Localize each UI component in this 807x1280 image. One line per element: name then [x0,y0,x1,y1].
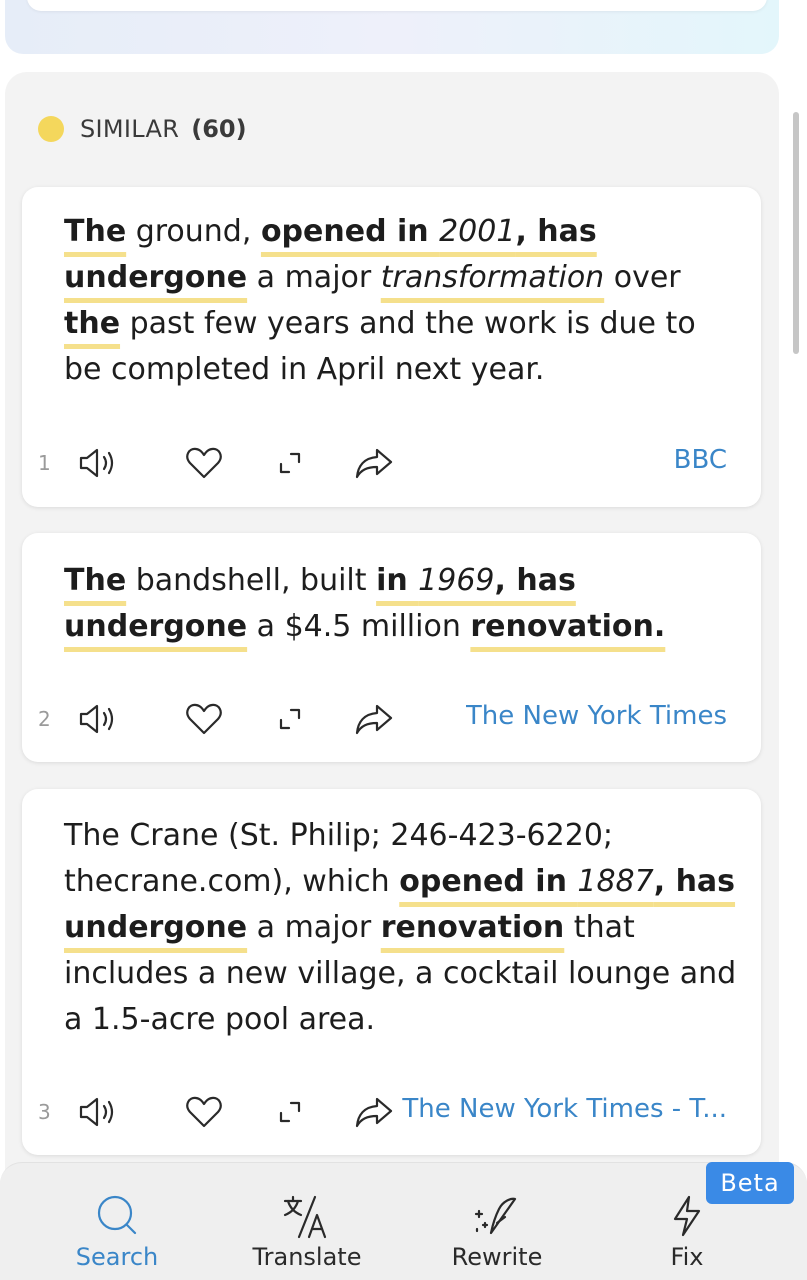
matched-phrase: in [376,563,419,598]
share-icon[interactable] [352,1090,396,1134]
section-label: SIMILAR [80,115,180,143]
matched-phrase: , has [494,563,576,598]
sentence-text: past few years and the work is due to be… [64,306,696,387]
speaker-icon[interactable] [76,441,120,485]
sentence-text: a $4.5 million [247,609,471,644]
source-link[interactable]: BBC [674,445,727,475]
section-count: (60) [191,115,247,143]
result-sentence: The ground, opened in 2001, has undergon… [64,209,737,393]
card-actions: 3 The New York Times - T... [22,1090,761,1134]
expand-icon[interactable] [268,1090,312,1134]
card-actions: 2 The New York Times [22,697,761,741]
matched-phrase: undergone [64,260,248,295]
nav-fix-label: Fix [670,1243,704,1271]
source-link[interactable]: The New York Times - T... [402,1094,727,1124]
share-icon[interactable] [352,441,396,485]
previous-card-shadow [5,0,779,54]
card-actions: 1 BBC [22,441,761,485]
matched-phrase: transformation [380,260,605,295]
sentence-text: over [604,260,681,295]
nav-translate[interactable]: Translate [227,1193,387,1277]
expand-icon[interactable] [268,697,312,741]
result-sentence: The bandshell, built in 1969, has underg… [64,558,737,650]
matched-phrase: , has [653,864,736,899]
share-icon[interactable] [352,697,396,741]
quill-icon [474,1197,517,1235]
bottom-nav: Search Translate Rewrite Fix [0,1162,807,1280]
matched-phrase: 1969 [418,563,495,598]
matched-phrase: renovation. [470,609,666,644]
heart-icon[interactable] [182,1090,226,1134]
matched-phrase: renovation [380,910,565,945]
result-sentence: The Crane (St. Philip; 246-423-6220; the… [64,813,737,1043]
similar-dot-icon [38,116,64,142]
speaker-icon[interactable] [76,697,120,741]
lightning-icon [673,1195,701,1237]
heart-icon[interactable] [182,697,226,741]
matched-phrase: The [64,563,127,598]
matched-phrase: 2001 [439,214,516,249]
previous-card [27,0,767,11]
nav-rewrite[interactable]: Rewrite [417,1193,577,1277]
expand-icon[interactable] [268,441,312,485]
speaker-icon[interactable] [76,1090,120,1134]
translate-icon [283,1195,327,1239]
matched-phrase: The [64,214,127,249]
result-number: 1 [38,451,51,475]
nav-fix[interactable]: Fix [607,1193,767,1277]
matched-phrase: opened in [399,864,578,899]
matched-phrase: 1887 [577,864,654,899]
sentence-text: a major [247,260,381,295]
sentence-text: ground, [126,214,261,249]
nav-search-label: Search [75,1243,159,1271]
result-number: 2 [38,707,51,731]
sentence-text: bandshell, built [126,563,377,598]
search-icon [97,1195,137,1235]
matched-phrase: opened in [260,214,440,249]
result-card-3[interactable]: The Crane (St. Philip; 246-423-6220; the… [22,789,761,1155]
result-number: 3 [38,1100,51,1124]
nav-translate-label: Translate [252,1243,362,1271]
matched-phrase: , has [515,214,597,249]
matched-phrase: the [64,306,121,341]
result-card-1[interactable]: The ground, opened in 2001, has undergon… [22,187,761,507]
beta-badge: Beta [706,1162,794,1204]
section-header: SIMILAR (60) [38,112,247,146]
result-card-2[interactable]: The bandshell, built in 1969, has underg… [22,533,761,762]
sentence-text: a major [247,910,381,945]
heart-icon[interactable] [182,441,226,485]
nav-rewrite-label: Rewrite [451,1243,543,1271]
matched-phrase: undergone [64,609,248,644]
nav-search[interactable]: Search [37,1193,197,1277]
matched-phrase: undergone [64,910,248,945]
scrollbar[interactable] [793,112,799,354]
source-link[interactable]: The New York Times [466,701,727,731]
